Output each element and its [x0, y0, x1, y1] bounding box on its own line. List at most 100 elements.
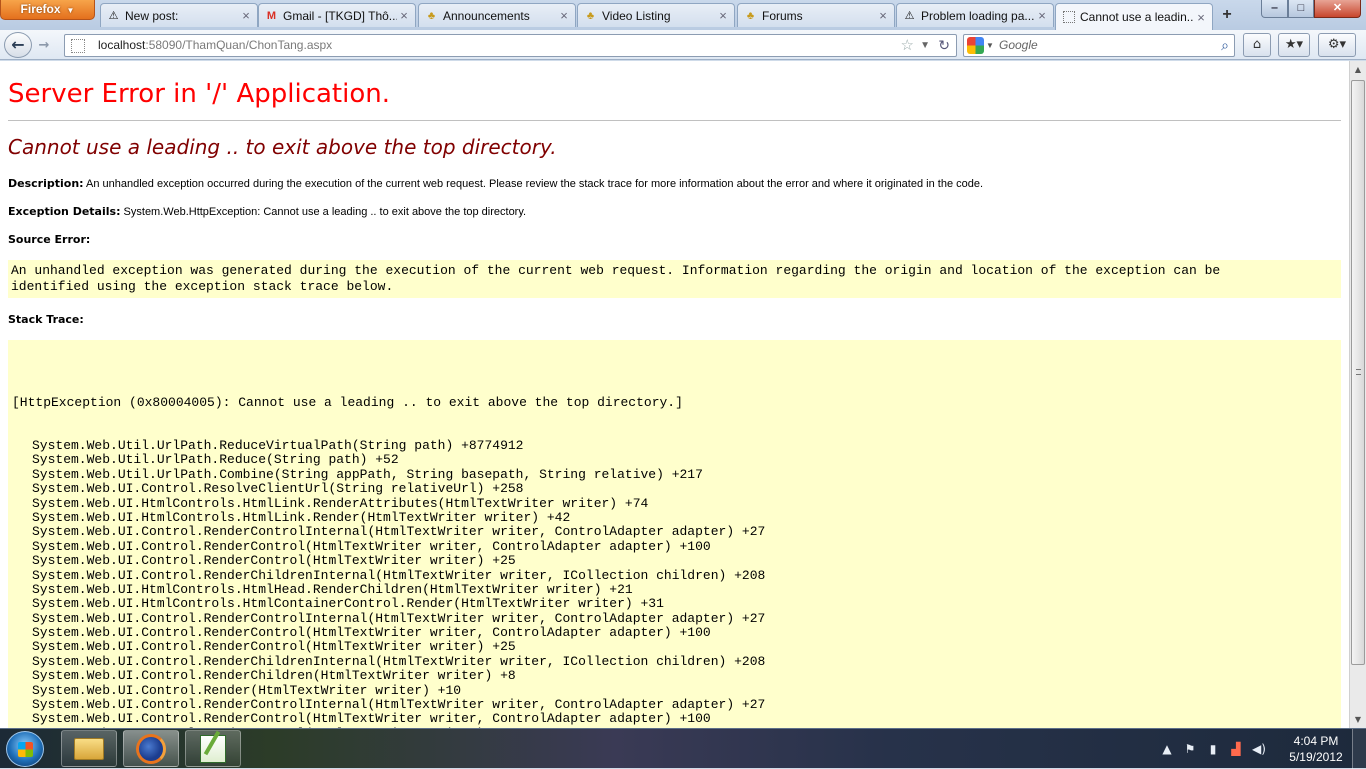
source-error-label-text: Source Error:	[8, 233, 91, 246]
description-line: Description: An unhandled exception occu…	[8, 177, 983, 190]
tab-problem-loading[interactable]: ⚠ Problem loading pa... ×	[896, 3, 1054, 27]
exception-details-line: Exception Details: System.Web.HttpExcept…	[8, 205, 526, 218]
addon-button[interactable]: ⚙▾	[1318, 33, 1356, 57]
close-tab-icon[interactable]: ×	[557, 8, 571, 23]
windows-taskbar: ▲ ⚑ ▮ ▟ ◀) 4:04 PM 5/19/2012	[0, 728, 1366, 769]
description-label: Description:	[8, 177, 84, 190]
stack-frame-line: System.Web.UI.Control.RenderControl(Html…	[32, 711, 711, 727]
stack-frame-line: System.Web.UI.Control.RenderControl(Html…	[32, 639, 516, 655]
stack-frame-line: System.Web.UI.Control.RenderChildrenInte…	[32, 567, 766, 583]
tab-video-listing[interactable]: ♣ Video Listing ×	[577, 3, 735, 27]
chevron-down-icon[interactable]: ▼	[986, 35, 994, 56]
google-engine-icon[interactable]	[967, 37, 984, 54]
stack-frame-line: System.Web.UI.Control.ResolveClientUrl(S…	[32, 481, 524, 497]
scroll-down-arrow-icon[interactable]: ▼	[1350, 711, 1366, 728]
stack-frame-line: System.Web.UI.Control.RenderChildren(Htm…	[32, 668, 516, 684]
taskbar-notepad-button[interactable]	[185, 730, 241, 767]
close-tab-icon[interactable]: ×	[239, 8, 253, 23]
forward-button[interactable]: →	[34, 37, 54, 55]
stack-frame-line: System.Web.UI.Control.RenderControl(Html…	[32, 553, 516, 569]
minimize-button[interactable]: ‒	[1261, 0, 1288, 18]
tab-forums[interactable]: ♣ Forums ×	[737, 3, 895, 27]
stack-frame-line: System.Web.UI.Control.RenderControlInter…	[32, 697, 766, 713]
system-tray: ▲ ⚑ ▮ ▟ ◀)	[1160, 729, 1266, 769]
exception-details-label: Exception Details:	[8, 205, 121, 218]
stack-trace-label: Stack Trace:	[8, 313, 84, 326]
tab-label: Video Listing	[602, 8, 671, 23]
stack-frame-line: System.Web.UI.Control.RenderControl(Html…	[32, 538, 711, 554]
clock[interactable]: 4:04 PM 5/19/2012	[1283, 733, 1349, 765]
divider	[8, 120, 1341, 121]
blank-page-icon	[1061, 10, 1076, 25]
folder-icon	[74, 737, 104, 760]
action-center-flag-icon[interactable]: ⚑	[1183, 742, 1197, 756]
close-tab-icon[interactable]: ×	[876, 8, 890, 23]
bookmark-star-icon[interactable]: ☆	[901, 35, 914, 56]
tab-label: Cannot use a leadin...	[1080, 10, 1194, 24]
tab-label: Forums	[762, 8, 803, 23]
taskbar-explorer-button[interactable]	[61, 730, 117, 767]
search-icon[interactable]: ⌕	[1221, 35, 1229, 56]
grip-icon	[1356, 369, 1361, 375]
tab-gmail[interactable]: M Gmail - [TKGD] Thô... ×	[258, 3, 416, 27]
stack-frame-line: System.Web.Util.UrlPath.Combine(String a…	[32, 466, 703, 482]
forum-icon: ♣	[586, 9, 595, 22]
stack-frame-line: System.Web.UI.HtmlControls.HtmlLink.Rend…	[32, 495, 649, 511]
scroll-up-arrow-icon[interactable]: ▲	[1350, 61, 1366, 78]
network-icon[interactable]: ▟	[1229, 742, 1243, 756]
site-identity-icon[interactable]	[71, 39, 85, 53]
tab-label: New post:	[125, 8, 179, 23]
stack-frame-line: System.Web.UI.Control.Render(HtmlTextWri…	[32, 682, 462, 698]
close-window-button[interactable]: ✕	[1314, 0, 1361, 18]
maximize-button[interactable]: □	[1288, 0, 1314, 18]
warning-icon: ⚠	[904, 10, 915, 22]
url-text[interactable]: localhost:58090/ThamQuan/ChonTang.aspx	[98, 35, 332, 56]
close-tab-icon[interactable]: ×	[1035, 8, 1049, 23]
show-hidden-icons-icon[interactable]: ▲	[1160, 742, 1174, 756]
navigation-toolbar: ← → localhost:58090/ThamQuan/ChonTang.as…	[0, 30, 1366, 60]
close-tab-icon[interactable]: ×	[1194, 10, 1208, 25]
back-button[interactable]: ←	[4, 32, 32, 58]
tab-new-post[interactable]: ⚠ New post: ×	[100, 3, 258, 27]
gmail-icon: M	[266, 9, 277, 22]
start-button[interactable]	[6, 731, 44, 767]
volume-icon[interactable]: ◀)	[1252, 742, 1266, 756]
close-tab-icon[interactable]: ×	[397, 8, 411, 23]
search-bar[interactable]: ▼ Google ⌕	[963, 34, 1235, 57]
notepad-icon	[200, 734, 226, 763]
forum-icon: ♣	[746, 9, 755, 22]
stack-frame-line: System.Web.Util.UrlPath.Reduce(String pa…	[32, 452, 399, 468]
bookmarks-button[interactable]: ★▾	[1278, 33, 1310, 57]
url-bar[interactable]: localhost:58090/ThamQuan/ChonTang.aspx ☆…	[64, 34, 957, 57]
forum-icon: ♣	[427, 9, 436, 22]
stack-frame-line: System.Web.UI.Control.RenderChildrenInte…	[32, 653, 766, 669]
new-tab-button[interactable]: +	[1216, 5, 1238, 25]
close-tab-icon[interactable]: ×	[716, 8, 730, 23]
tab-strip: Firefox ▼ ⚠ New post: × M Gmail - [TKGD] …	[0, 0, 1366, 30]
vertical-scrollbar[interactable]: ▲ ▼	[1349, 61, 1366, 728]
exception-details-text: System.Web.HttpException: Cannot use a l…	[123, 206, 527, 218]
stack-trace-box: [HttpException (0x80004005): Cannot use …	[8, 340, 1341, 728]
reload-icon[interactable]: ↻	[938, 35, 950, 56]
stack-frame-line: System.Web.UI.Control.RenderControlInter…	[32, 524, 766, 540]
firefox-menu-label: Firefox	[20, 2, 61, 16]
clock-time: 4:04 PM	[1293, 734, 1339, 748]
clock-date: 5/19/2012	[1289, 750, 1343, 764]
source-error-label: Source Error:	[8, 233, 90, 246]
description-text: An unhandled exception occurred during t…	[86, 178, 984, 190]
firefox-menu-button[interactable]: Firefox ▼	[0, 0, 95, 20]
search-input[interactable]: Google	[999, 35, 1038, 56]
show-desktop-button[interactable]	[1352, 729, 1366, 769]
tab-cannot-use-leading[interactable]: Cannot use a leadin... ×	[1055, 3, 1213, 30]
tab-label: Announcements	[443, 8, 530, 23]
stack-frame-line: System.Web.Util.UrlPath.ReduceVirtualPat…	[32, 438, 524, 454]
power-icon[interactable]: ▮	[1206, 742, 1220, 756]
scrollbar-thumb[interactable]	[1351, 80, 1365, 665]
warning-icon: ⚠	[108, 10, 119, 22]
taskbar-firefox-button[interactable]	[123, 730, 179, 767]
tab-announcements[interactable]: ♣ Announcements ×	[418, 3, 576, 27]
url-history-dropdown-icon[interactable]: ▼	[920, 35, 930, 56]
stack-frame-line: System.Web.UI.HtmlControls.HtmlContainer…	[32, 596, 664, 612]
home-button[interactable]: ⌂	[1243, 33, 1271, 57]
tab-label: Problem loading pa...	[921, 8, 1035, 23]
